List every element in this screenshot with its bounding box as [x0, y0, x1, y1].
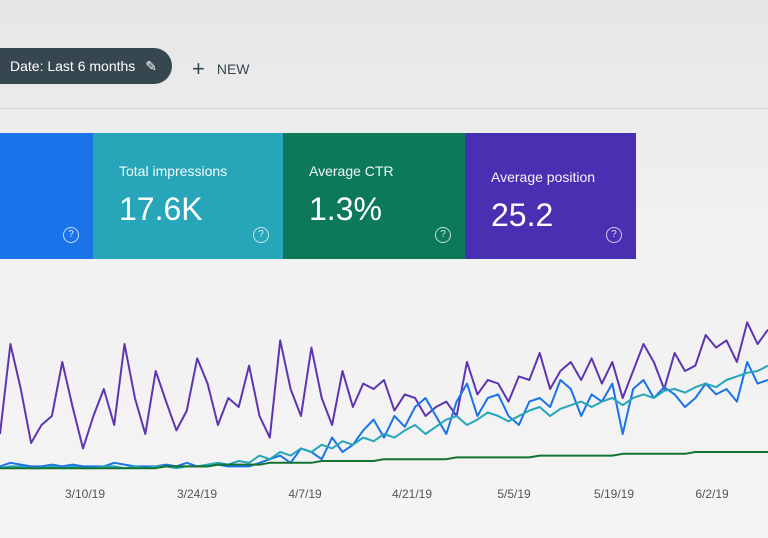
help-icon[interactable]: ? [63, 227, 79, 243]
search-console-performance-view: Date: Last 6 months ✎ + NEW ? Total impr… [0, 0, 768, 538]
date-filter-label: Date: Last 6 months [10, 58, 136, 74]
metric-label: Average position [491, 169, 596, 185]
metric-value: 1.3% [309, 191, 382, 227]
metric-value: 17.6K [119, 191, 203, 227]
toolbar-divider [0, 108, 768, 109]
help-icon[interactable]: ? [606, 227, 622, 243]
x-tick-label: 4/21/19 [392, 487, 432, 501]
new-filter-label: NEW [216, 61, 250, 77]
help-icon[interactable]: ? [253, 227, 269, 243]
metric-value: 25.2 [491, 197, 554, 233]
x-tick-label: 3/10/19 [65, 487, 105, 501]
metric-label: Total impressions [119, 163, 228, 179]
metric-label: Average CTR [309, 163, 394, 179]
x-tick-label: 4/7/19 [288, 487, 322, 501]
metric-card-clicks[interactable]: ? [0, 133, 93, 259]
x-tick-label: 6/2/19 [695, 487, 729, 501]
metric-card-average-position[interactable]: Average position 25.2 ? [465, 133, 636, 259]
pencil-icon[interactable]: ✎ [145, 58, 157, 75]
new-filter-button[interactable]: + NEW [192, 56, 250, 82]
metric-card-average-ctr[interactable]: Average CTR 1.3% ? [283, 133, 465, 259]
x-tick-label: 5/5/19 [497, 487, 531, 501]
x-tick-label: 5/19/19 [594, 487, 634, 501]
series-line-0[interactable] [0, 321, 768, 450]
date-filter-chip[interactable]: Date: Last 6 months ✎ [0, 48, 172, 84]
metric-card-total-impressions[interactable]: Total impressions 17.6K ? [93, 133, 283, 259]
help-icon[interactable]: ? [435, 227, 451, 243]
performance-line-chart[interactable]: 3/10/19 3/24/19 4/7/19 4/21/19 5/5/19 5/19/19… [0, 270, 768, 538]
plus-icon: + [192, 56, 205, 81]
x-tick-label: 3/24/19 [177, 487, 217, 501]
metric-cards: ? Total impressions 17.6K ? Average CTR … [0, 133, 636, 259]
